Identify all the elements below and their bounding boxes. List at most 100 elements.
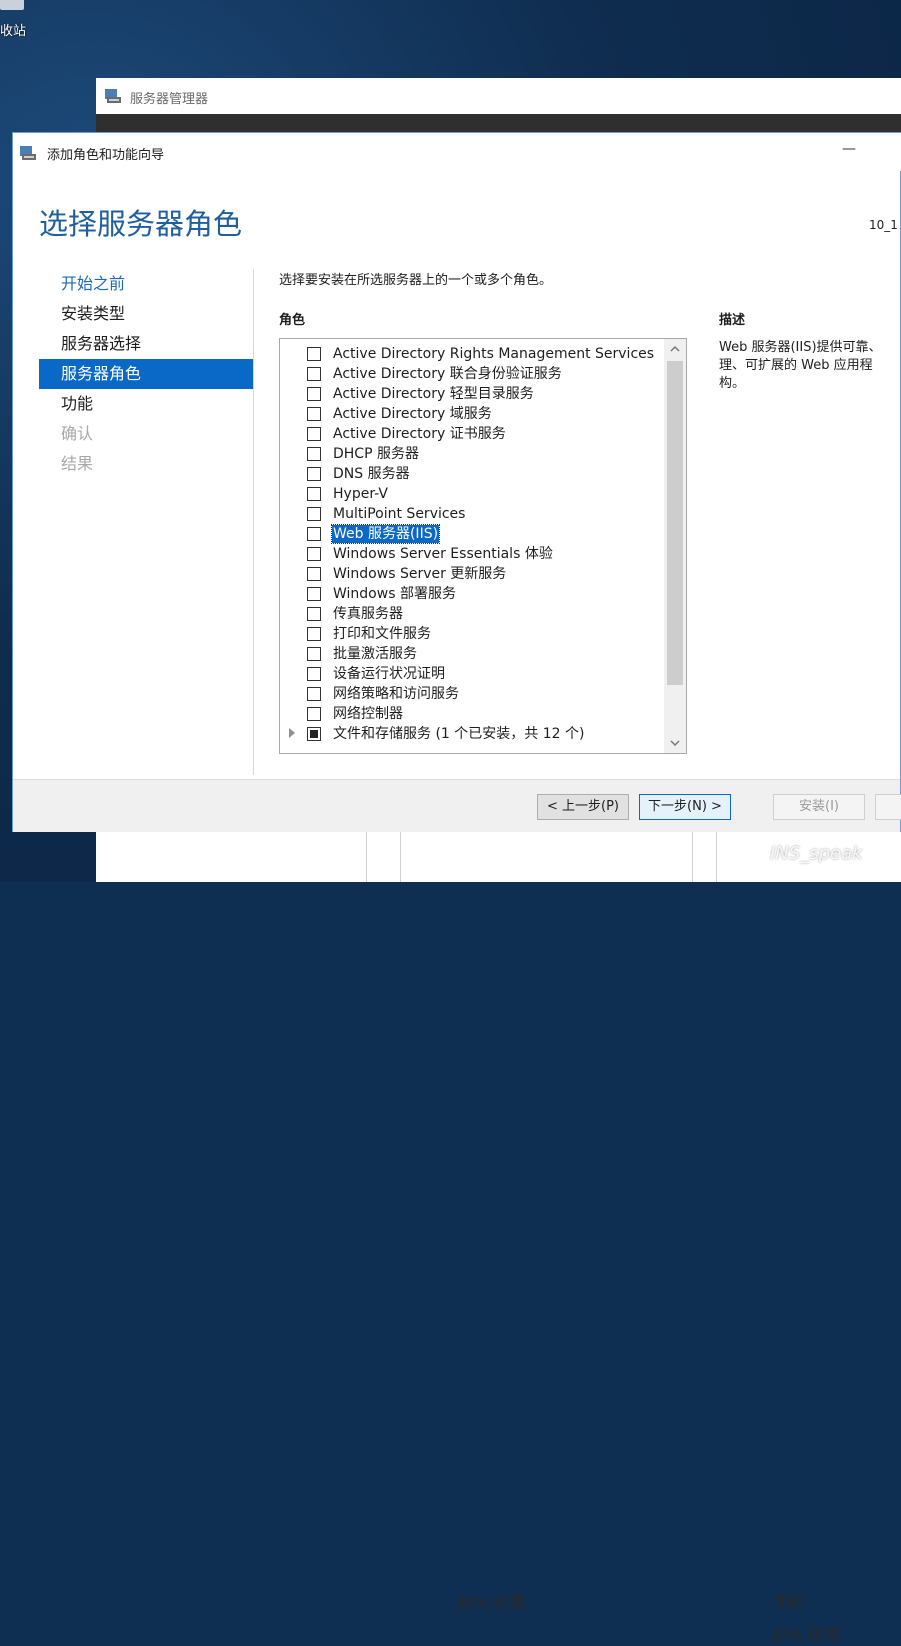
target-server-label: 10_1 [869, 218, 898, 232]
role-label[interactable]: Active Directory 轻型目录服务 [333, 385, 534, 403]
watermark: INS_speak [770, 843, 863, 864]
role-checkbox[interactable] [307, 427, 321, 441]
role-row[interactable]: DNS 服务器 [280, 464, 662, 484]
role-checkbox[interactable] [307, 507, 321, 521]
role-checkbox[interactable] [307, 387, 321, 401]
server-manager-header-bar [96, 114, 901, 134]
role-checkbox[interactable] [307, 607, 321, 621]
role-label[interactable]: Active Directory Rights Management Servi… [333, 345, 654, 363]
scroll-thumb[interactable] [667, 361, 683, 685]
role-label[interactable]: 批量激活服务 [333, 645, 417, 663]
tile-divider [400, 832, 401, 882]
role-checkbox[interactable] [307, 367, 321, 381]
role-row[interactable]: 设备运行状况证明 [280, 664, 662, 684]
nav-item-server-roles[interactable]: 服务器角色 [39, 359, 253, 389]
role-row[interactable]: 文件和存储服务 (1 个已安装，共 12 个) [280, 724, 662, 744]
role-label[interactable]: 网络策略和访问服务 [333, 685, 459, 703]
role-label[interactable]: Windows Server Essentials 体验 [333, 545, 553, 563]
role-checkbox[interactable] [307, 407, 321, 421]
wizard-nav: 开始之前 安装类型 服务器选择 服务器角色 功能 确认 结果 [39, 269, 253, 479]
nav-item-server-selection[interactable]: 服务器选择 [39, 329, 253, 359]
tile-performance[interactable]: 性能 [772, 1588, 804, 1612]
role-label[interactable]: Active Directory 域服务 [333, 405, 492, 423]
role-label[interactable]: 传真服务器 [333, 605, 403, 623]
role-label[interactable]: Web 服务器(IIS) [330, 524, 441, 544]
role-row[interactable]: Active Directory Rights Management Servi… [280, 344, 662, 364]
role-label[interactable]: Windows 部署服务 [333, 585, 456, 603]
role-row[interactable]: Active Directory 轻型目录服务 [280, 384, 662, 404]
nav-item-confirmation: 确认 [61, 424, 94, 443]
wizard-titlebar[interactable]: 添加角色和功能向导 — [13, 133, 901, 171]
role-row[interactable]: Windows Server 更新服务 [280, 564, 662, 584]
role-label[interactable]: MultiPoint Services [333, 505, 465, 523]
wizard-icon [20, 146, 36, 160]
role-label[interactable]: Active Directory 联合身份验证服务 [333, 365, 562, 383]
roles-list[interactable]: 文件和存储服务 (1 个已安装，共 12 个) 网络控制器 网络策略和访问服务 设备运… [279, 338, 687, 754]
role-row[interactable]: 传真服务器 [280, 604, 662, 624]
nav-item-before-you-begin[interactable]: 开始之前 [39, 269, 253, 299]
intro-text: 选择要安装在所选服务器上的一个或多个角色。 [279, 273, 553, 288]
role-label[interactable]: DNS 服务器 [333, 465, 410, 483]
nav-item-features[interactable]: 功能 [39, 389, 253, 419]
role-row[interactable]: 网络控制器 [280, 704, 662, 724]
role-label[interactable]: Active Directory 证书服务 [333, 425, 506, 443]
role-checkbox[interactable] [307, 527, 321, 541]
role-row[interactable]: 批量激活服务 [280, 644, 662, 664]
expand-icon[interactable] [289, 728, 295, 738]
minimize-button[interactable]: — [839, 139, 859, 159]
role-row[interactable]: Windows 部署服务 [280, 584, 662, 604]
role-checkbox[interactable] [307, 487, 321, 501]
page-title: 选择服务器角色 [39, 207, 243, 241]
roles-scrollbar[interactable] [664, 339, 686, 753]
wizard-footer: < 上一步(P) 下一步(N) > 安装(I) [13, 779, 901, 832]
tile-bpa-results-2[interactable]: BPA 结果 [772, 1622, 840, 1646]
role-label[interactable]: 设备运行状况证明 [333, 665, 445, 683]
server-manager-titlebar[interactable]: 服务器管理器 [96, 78, 901, 114]
role-row[interactable]: Web 服务器(IIS) [280, 524, 662, 544]
role-checkbox[interactable] [307, 647, 321, 661]
scroll-down-icon[interactable] [664, 733, 686, 753]
description-header: 描述 [719, 313, 746, 328]
recycle-bin-label[interactable]: 收站 [0, 20, 26, 39]
role-checkbox[interactable] [307, 687, 321, 701]
nav-item-installation-type[interactable]: 安装类型 [39, 299, 253, 329]
recycle-bin-icon[interactable] [0, 0, 24, 10]
role-checkbox[interactable] [307, 587, 321, 601]
tile-bpa-results[interactable]: BPA 结果 [458, 1590, 526, 1614]
role-row[interactable]: Active Directory 域服务 [280, 404, 662, 424]
role-label[interactable]: 打印和文件服务 [333, 625, 431, 643]
role-checkbox[interactable] [307, 667, 321, 681]
role-row[interactable]: DHCP 服务器 [280, 444, 662, 464]
tile-divider [692, 832, 693, 882]
server-manager-icon [105, 89, 121, 103]
scroll-up-icon[interactable] [664, 339, 686, 359]
role-checkbox[interactable] [307, 467, 321, 481]
install-button: 安装(I) [773, 794, 865, 820]
role-row[interactable]: Active Directory 证书服务 [280, 424, 662, 444]
role-checkbox[interactable] [307, 627, 321, 641]
role-row[interactable]: MultiPoint Services [280, 504, 662, 524]
role-checkbox[interactable] [307, 707, 321, 721]
description-text: Web 服务器(IIS)提供可靠、 理、可扩展的 Web 应用程 构。 [719, 340, 882, 391]
role-row[interactable]: Hyper-V [280, 484, 662, 504]
role-checkbox[interactable] [307, 567, 321, 581]
role-checkbox[interactable] [307, 547, 321, 561]
role-row[interactable]: 打印和文件服务 [280, 624, 662, 644]
role-label[interactable]: 文件和存储服务 (1 个已安装，共 12 个) [333, 725, 584, 743]
next-button[interactable]: 下一步(N) > [639, 794, 731, 820]
nav-item-results: 结果 [61, 454, 94, 473]
role-row[interactable]: Active Directory 联合身份验证服务 [280, 364, 662, 384]
role-label[interactable]: 网络控制器 [333, 705, 403, 723]
role-checkbox[interactable] [307, 727, 321, 741]
role-label[interactable]: Hyper-V [333, 485, 388, 503]
role-checkbox[interactable] [307, 447, 321, 461]
tile-divider [716, 832, 717, 882]
role-row[interactable]: 网络策略和访问服务 [280, 684, 662, 704]
previous-button[interactable]: < 上一步(P) [537, 794, 629, 820]
role-label[interactable]: DHCP 服务器 [333, 445, 419, 463]
role-checkbox[interactable] [307, 347, 321, 361]
server-manager-title: 服务器管理器 [130, 92, 209, 107]
role-row[interactable]: Windows Server Essentials 体验 [280, 544, 662, 564]
role-label[interactable]: Windows Server 更新服务 [333, 565, 506, 583]
roles-header: 角色 [279, 313, 306, 328]
